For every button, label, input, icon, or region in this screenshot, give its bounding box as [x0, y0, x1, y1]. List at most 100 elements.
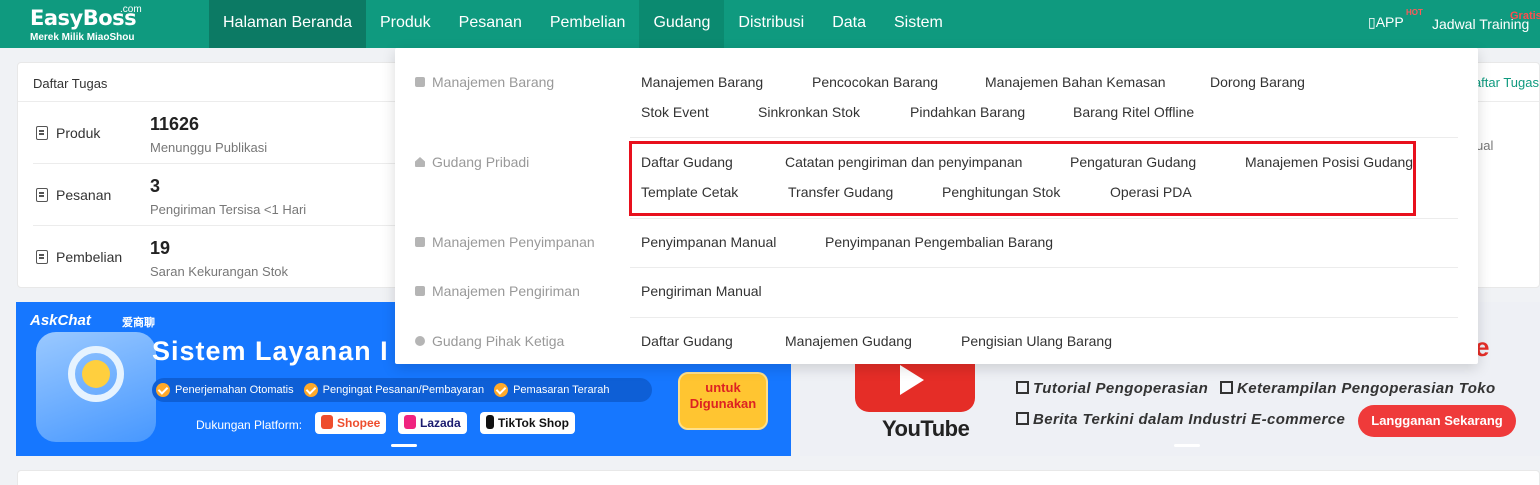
feature-label: Penerjemahan Otomatis — [175, 384, 294, 396]
house-icon — [415, 157, 425, 167]
cta-line: untuk — [705, 380, 741, 395]
play-icon — [900, 365, 924, 395]
task-desc: Menunggu Publikasi — [150, 140, 268, 155]
platform-name: Shopee — [337, 416, 381, 430]
feature-label: Pengingat Pesanan/Pembayaran — [322, 384, 485, 396]
truck-icon — [415, 286, 425, 296]
menu-link[interactable]: Manajemen Barang — [641, 74, 763, 90]
gudang-dropdown-menu: Manajemen Barang Manajemen Barang Pencoc… — [395, 48, 1478, 364]
chat-bubble-icon — [82, 360, 110, 388]
checkbox-icon — [1016, 381, 1029, 394]
document-icon — [36, 126, 48, 140]
task-row-pesanan[interactable]: Pesanan 3 Pengiriman Tersisa <1 Hari — [18, 164, 398, 226]
feature-item: Pemasaran Terarah — [494, 383, 609, 397]
checkbox-icon — [1016, 412, 1029, 425]
highlight-box — [629, 141, 1416, 216]
task-label: Pesanan — [56, 187, 112, 203]
banner-bullet: Tutorial Pengoperasian — [1016, 380, 1208, 397]
section-title-manajemen-barang: Manajemen Barang — [415, 74, 554, 90]
nav-distribusi[interactable]: Distribusi — [724, 0, 818, 48]
banner-bullet: Keterampilan Pengoperasian Toko — [1220, 380, 1496, 397]
banner-title: Sistem Layanan I — [152, 336, 389, 366]
menu-link[interactable]: Penyimpanan Pengembalian Barang — [825, 234, 1053, 250]
menu-link[interactable]: Manajemen Bahan Kemasan — [985, 74, 1166, 90]
try-now-button[interactable]: untuk Digunakan — [678, 372, 768, 430]
menu-link[interactable]: Penyimpanan Manual — [641, 234, 776, 250]
menu-link[interactable]: Pengisian Ulang Barang — [961, 333, 1112, 349]
nav-pesanan[interactable]: Pesanan — [445, 0, 536, 48]
menu-link[interactable]: Barang Ritel Offline — [1073, 104, 1194, 120]
clipboard-icon — [36, 188, 48, 202]
section-title-text: Manajemen Barang — [432, 74, 555, 90]
divider — [630, 317, 1458, 318]
platform-name: Lazada — [420, 416, 461, 430]
task-desc: Saran Kekurangan Stok — [150, 264, 289, 279]
app-label: APP — [1375, 14, 1404, 30]
task-count[interactable]: 19 — [150, 238, 170, 259]
main-nav: Halaman Beranda Produk Pesanan Pembelian… — [209, 0, 957, 48]
bullet-text: Berita Terkini dalam Industri E-commerce — [1033, 411, 1346, 428]
divider — [630, 218, 1458, 219]
nav-pembelian[interactable]: Pembelian — [536, 0, 640, 48]
nav-halaman-beranda[interactable]: Halaman Beranda — [209, 0, 366, 48]
check-icon — [494, 383, 509, 397]
askchat-brand-cn: 爱商聊 — [122, 317, 155, 329]
nav-gudang[interactable]: Gudang — [639, 0, 725, 48]
app-download-link[interactable]: ▯APP HOT — [1368, 8, 1423, 31]
task-list-title: Daftar Tugas — [33, 76, 108, 91]
task-desc: Pengiriman Tersisa <1 Hari — [150, 202, 307, 217]
menu-link[interactable]: Pencocokan Barang — [812, 74, 938, 90]
menu-link[interactable]: Manajemen Gudang — [785, 333, 912, 349]
mobile-icon: ▯ — [1368, 14, 1376, 30]
task-label: Produk — [56, 125, 101, 141]
feature-label: Pemasaran Terarah — [513, 384, 610, 396]
nav-sistem[interactable]: Sistem — [880, 0, 957, 48]
cta-line: Digunakan — [689, 396, 757, 411]
platform-label: Dukungan Platform: — [196, 418, 303, 432]
carousel-indicator[interactable] — [1174, 444, 1200, 447]
check-icon — [156, 383, 170, 397]
menu-link[interactable]: Pengiriman Manual — [641, 283, 762, 299]
section-title-text: Manajemen Penyimpanan — [432, 234, 595, 250]
feature-pill: Penerjemahan Otomatis Pengingat Pesanan/… — [152, 378, 652, 402]
youtube-text: YouTube — [882, 416, 970, 441]
task-count[interactable]: 3 — [150, 176, 160, 197]
checkbox-icon — [1220, 381, 1233, 394]
task-row-produk[interactable]: Produk 11626 Menunggu Publikasi — [18, 102, 398, 164]
bullet-text: Keterampilan Pengoperasian Toko — [1237, 380, 1496, 397]
divider — [630, 267, 1458, 268]
task-row-pembelian[interactable]: Pembelian 19 Saran Kekurangan Stok — [18, 226, 398, 288]
carousel-indicator[interactable] — [391, 444, 417, 447]
menu-link[interactable]: Sinkronkan Stok — [758, 104, 860, 120]
box-icon — [415, 77, 425, 87]
section-title-manajemen-pengiriman: Manajemen Pengiriman — [415, 283, 580, 299]
file-icon — [36, 250, 48, 264]
section-title-text: Gudang Pihak Ketiga — [432, 333, 565, 349]
inbox-icon — [415, 237, 425, 247]
next-card — [17, 470, 1540, 485]
section-title-gudang-pribadi: Gudang Pribadi — [415, 154, 529, 170]
section-title-text: Manajemen Pengiriman — [432, 283, 580, 299]
top-nav-bar: EasyBoss .com Merek Milik MiaoShou Halam… — [0, 0, 1540, 48]
lazada-logo: Lazada — [398, 412, 467, 434]
banner-bullet: Berita Terkini dalam Industri E-commerce — [1016, 411, 1345, 428]
platform-name: TikTok Shop — [498, 416, 569, 430]
tiktok-shop-logo: TikTok Shop — [480, 412, 575, 434]
logo-com: .com — [120, 4, 142, 15]
shopee-logo: Shopee — [315, 412, 387, 434]
menu-link[interactable]: Daftar Gudang — [641, 333, 733, 349]
task-count[interactable]: 11626 — [150, 114, 199, 135]
easyboss-logo[interactable]: EasyBoss .com Merek Milik MiaoShou — [28, 4, 198, 46]
tiktok-note-icon — [486, 415, 494, 429]
menu-link[interactable]: Dorong Barang — [1210, 74, 1305, 90]
partial-side-text: ual — [1476, 138, 1494, 153]
nav-data[interactable]: Data — [818, 0, 880, 48]
menu-link[interactable]: Stok Event — [641, 104, 709, 120]
section-title-manajemen-penyimpanan: Manajemen Penyimpanan — [415, 234, 595, 250]
subscribe-button[interactable]: Langganan Sekarang — [1358, 405, 1516, 437]
menu-link[interactable]: Pindahkan Barang — [910, 104, 1025, 120]
hot-badge: HOT — [1406, 8, 1423, 17]
nav-produk[interactable]: Produk — [366, 0, 445, 48]
shopee-bag-icon — [321, 415, 333, 429]
divider — [630, 137, 1458, 138]
